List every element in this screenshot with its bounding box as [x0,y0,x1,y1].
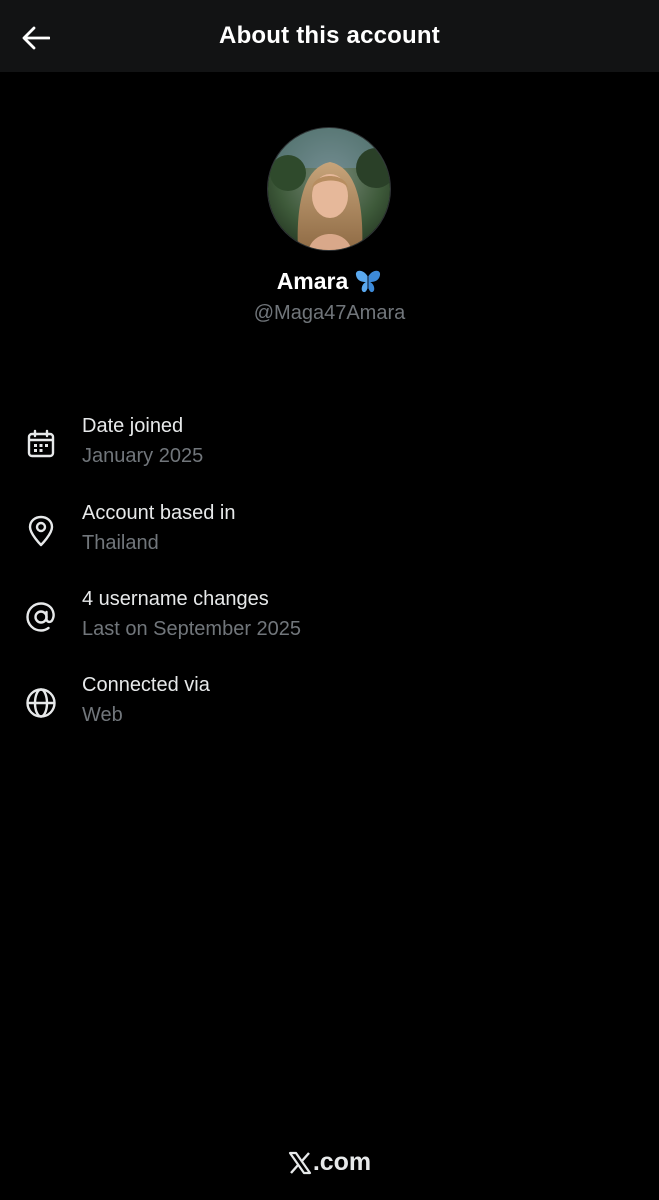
footer-domain: .com [312,1148,372,1176]
list-item-username-changes: 4 username changes Last on September 202… [0,583,659,653]
info-title: Date joined [82,415,184,437]
footer-brand: .com [0,1148,659,1177]
info-title: 4 username changes [82,588,269,610]
about-account-screen: About this account Amara @Maga47Amara Da… [0,0,659,1200]
page-title: About this account [219,22,440,49]
avatar-image [268,128,390,250]
calendar-icon [24,427,58,461]
x-logo-icon [288,1151,311,1174]
list-item-connected-via: Connected via Web [0,669,659,739]
back-button[interactable] [18,20,54,56]
display-name: Amara [276,268,349,294]
info-value: Web [82,704,123,726]
list-item-date-joined: Date joined January 2025 [0,410,659,480]
info-value: Thailand [82,532,159,554]
list-item-account-based-in: Account based in Thailand [0,497,659,567]
arrow-left-icon [22,26,50,50]
info-value: January 2025 [82,445,204,467]
top-bar: About this account [0,0,659,72]
info-value: Last on September 2025 [82,618,302,640]
avatar[interactable] [267,127,391,251]
globe-icon [24,686,58,720]
location-pin-icon [24,514,58,548]
butterfly-icon [356,270,381,292]
display-name-row: Amara [0,268,659,295]
at-sign-icon [24,600,58,634]
username-handle: @Maga47Amara [253,302,406,324]
info-title: Account based in [82,502,236,524]
info-title: Connected via [82,674,210,696]
